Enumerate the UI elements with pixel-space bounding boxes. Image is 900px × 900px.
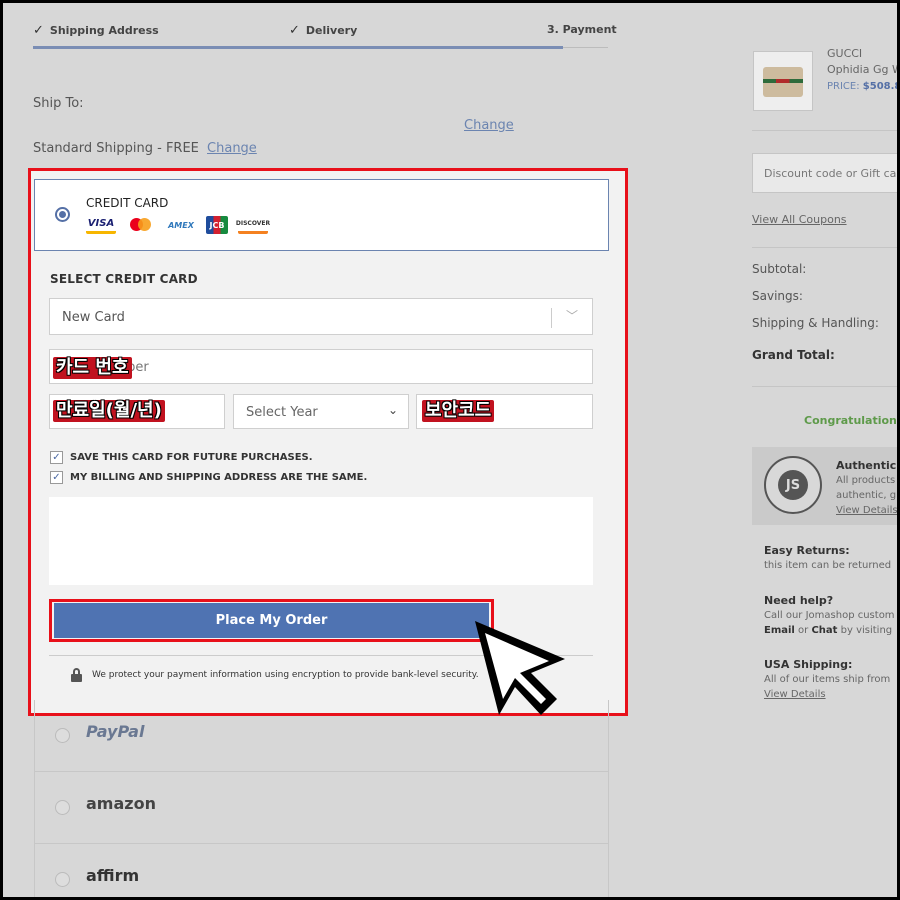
expiry-year-select[interactable]: Select Year ⌄ bbox=[233, 394, 409, 429]
authenticity-seal-icon: JS bbox=[764, 456, 822, 514]
product-brand: GUCCI bbox=[827, 47, 863, 60]
authenticity-details-link[interactable]: View Details bbox=[836, 505, 897, 516]
price-value: $508.89 bbox=[862, 81, 897, 92]
annotation-expiry: 만료일(월/년) bbox=[53, 400, 165, 422]
save-card-label: SAVE THIS CARD FOR FUTURE PURCHASES. bbox=[70, 452, 313, 463]
step-label: Shipping Address bbox=[49, 24, 159, 37]
change-shipping-link[interactable]: Change bbox=[207, 141, 257, 156]
amazon-logo: amazon bbox=[86, 794, 156, 813]
annotation-card-number: 카드 번호 bbox=[53, 357, 132, 379]
annotation-cvv: 보안코드 bbox=[422, 400, 495, 422]
step-shipping-address: ✓ Shipping Address bbox=[33, 23, 159, 38]
place-order-button[interactable]: Place My Order bbox=[54, 603, 489, 638]
save-card-checkbox-row[interactable]: ✓ SAVE THIS CARD FOR FUTURE PURCHASES. bbox=[50, 451, 313, 464]
product-thumbnail[interactable] bbox=[753, 51, 813, 111]
price-label: PRICE: bbox=[827, 81, 860, 92]
step-payment: 3. Payment bbox=[547, 23, 617, 36]
same-address-checkbox-row[interactable]: ✓ MY BILLING AND SHIPPING ADDRESS ARE TH… bbox=[50, 471, 367, 484]
shipping-handling-label: Shipping & Handling: bbox=[752, 316, 879, 330]
credit-card-title: CREDIT CARD bbox=[86, 196, 169, 210]
need-help-text: Call our Jomashop custom bbox=[764, 610, 895, 621]
credit-card-radio[interactable] bbox=[55, 207, 70, 222]
card-select-value: New Card bbox=[62, 310, 125, 325]
change-address-link[interactable]: Change bbox=[464, 118, 514, 133]
shipping-method: Standard Shipping - FREE Change bbox=[33, 141, 257, 156]
view-coupons-link[interactable]: View All Coupons bbox=[752, 213, 847, 226]
checkbox-checked-icon[interactable]: ✓ bbox=[50, 471, 63, 484]
grand-total-label: Grand Total: bbox=[752, 348, 835, 362]
jcb-logo: JCB bbox=[206, 216, 228, 234]
affirm-radio[interactable] bbox=[55, 872, 70, 887]
checkmark-icon: ✓ bbox=[289, 23, 300, 38]
step-delivery: ✓ Delivery bbox=[289, 23, 357, 38]
card-select[interactable]: New Card ﹀ bbox=[49, 298, 593, 335]
amex-logo: AMEX bbox=[168, 220, 194, 230]
security-note: We protect your payment information usin… bbox=[71, 668, 479, 682]
discount-code-input[interactable]: Discount code or Gift car bbox=[752, 153, 897, 193]
mastercard-logo bbox=[126, 216, 156, 234]
same-address-label: MY BILLING AND SHIPPING ADDRESS ARE THE … bbox=[70, 472, 368, 483]
security-note-text: We protect your payment information usin… bbox=[92, 670, 479, 680]
usa-shipping-title: USA Shipping: bbox=[764, 658, 853, 671]
select-card-heading: SELECT CREDIT CARD bbox=[50, 272, 198, 286]
email-link[interactable]: Email bbox=[764, 625, 795, 636]
authenticity-title: Authenticit bbox=[836, 459, 897, 472]
lock-icon bbox=[71, 668, 82, 682]
product-price: PRICE: $508.89 bbox=[827, 81, 897, 92]
checkbox-checked-icon[interactable]: ✓ bbox=[50, 451, 63, 464]
step-label: Delivery bbox=[305, 24, 358, 37]
amazon-radio[interactable] bbox=[55, 800, 70, 815]
easy-returns-title: Easy Returns: bbox=[764, 544, 850, 557]
visiting-text: by visiting bbox=[837, 625, 893, 636]
subtotal-label: Subtotal: bbox=[752, 262, 807, 276]
need-help-contact: Email or Chat by visiting bbox=[764, 625, 892, 636]
chevron-down-icon: ⌄ bbox=[387, 403, 398, 417]
checkout-page: ✓ Shipping Address ✓ Delivery 3. Payment S… bbox=[3, 3, 897, 897]
easy-returns-text: this item can be returned bbox=[764, 560, 892, 571]
affirm-option[interactable]: affirm bbox=[34, 844, 609, 897]
paypal-radio[interactable] bbox=[55, 728, 70, 743]
ship-to-label: Ship To: bbox=[33, 96, 84, 111]
savings-label: Savings: bbox=[752, 289, 803, 303]
or-text: or bbox=[794, 625, 812, 636]
authenticity-box: JS Authenticit All products authentic, g… bbox=[752, 447, 897, 525]
chat-link[interactable]: Chat bbox=[811, 625, 837, 636]
step-label: 3. Payment bbox=[547, 23, 617, 36]
amazon-option[interactable]: amazon bbox=[34, 772, 609, 844]
usa-shipping-details-link[interactable]: View Details bbox=[764, 689, 826, 700]
chevron-down-icon: ﹀ bbox=[565, 309, 578, 323]
checkmark-icon: ✓ bbox=[33, 23, 44, 38]
affirm-logo: affirm bbox=[86, 866, 140, 885]
credit-card-option[interactable]: CREDIT CARD VISA AMEX JCB DISCOVER bbox=[34, 179, 609, 251]
shipping-method-text: Standard Shipping - FREE bbox=[33, 141, 199, 156]
paypal-logo: PayPal bbox=[86, 722, 145, 741]
seal-text: JS bbox=[778, 470, 808, 500]
divider bbox=[752, 247, 897, 248]
card-logos: VISA AMEX JCB DISCOVER bbox=[86, 216, 270, 234]
select-separator bbox=[551, 308, 552, 328]
need-help-title: Need help? bbox=[764, 594, 834, 607]
authenticity-line: All products bbox=[836, 475, 896, 486]
progress-bar-remaining bbox=[563, 47, 608, 48]
product-name[interactable]: Ophidia Gg We bbox=[827, 63, 897, 76]
billing-form-area bbox=[49, 497, 593, 585]
progress-bar bbox=[33, 46, 563, 49]
divider bbox=[752, 386, 897, 387]
mouse-pointer-icon bbox=[475, 621, 565, 715]
visa-logo: VISA bbox=[86, 216, 116, 234]
usa-shipping-text: All of our items ship from bbox=[764, 674, 891, 685]
authenticity-line: authentic, g bbox=[836, 490, 897, 501]
divider bbox=[752, 130, 897, 131]
year-select-value: Select Year bbox=[246, 405, 318, 420]
congrats-message: Congratulations! Y bbox=[804, 414, 897, 427]
discover-logo: DISCOVER bbox=[236, 216, 270, 234]
